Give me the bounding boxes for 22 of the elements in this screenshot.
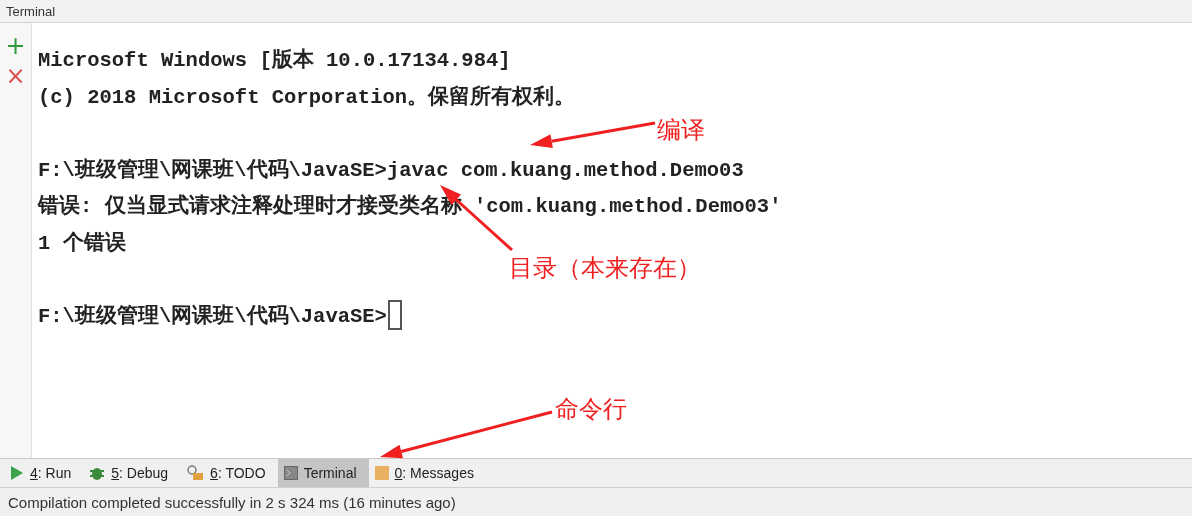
- terminal-line: Microsoft Windows [版本 10.0.17134.984]: [38, 47, 511, 74]
- terminal-line: 1 个错误: [38, 230, 126, 256]
- annotation-label: 目录（本来存在）: [509, 253, 701, 284]
- terminal-line: F:\班级管理\网课班\代码\JavaSE>: [38, 303, 387, 329]
- bug-icon: [89, 465, 106, 481]
- tool-window-tab[interactable]: 4: Run: [4, 459, 84, 487]
- text-cursor: [387, 299, 402, 330]
- messages-icon: [374, 466, 389, 480]
- annotation-label: 编译: [657, 115, 705, 146]
- close-button[interactable]: ×: [4, 63, 27, 89]
- tool-window-tab[interactable]: 0: Messages: [368, 459, 486, 487]
- play-icon: [10, 465, 24, 481]
- tool-window-tab[interactable]: Terminal: [277, 459, 369, 487]
- annotation-label: 命令行: [555, 394, 627, 425]
- terminal-line: (c) 2018 Microsoft Corporation。保留所有权利。: [38, 84, 576, 110]
- terminal-icon: [283, 466, 298, 480]
- status-message: Compilation completed successfully in 2 s 324 ms (16 minutes ago): [8, 493, 456, 511]
- tool-window-tab[interactable]: 5: Debug: [83, 459, 181, 487]
- todo-icon: [186, 465, 205, 481]
- tool-window-tab[interactable]: 6: TODO: [180, 459, 278, 487]
- terminal-line: F:\班级管理\网课班\代码\JavaSE>javac com.kuang.method.Demo03: [38, 157, 744, 183]
- panel-title: Terminal: [6, 3, 56, 19]
